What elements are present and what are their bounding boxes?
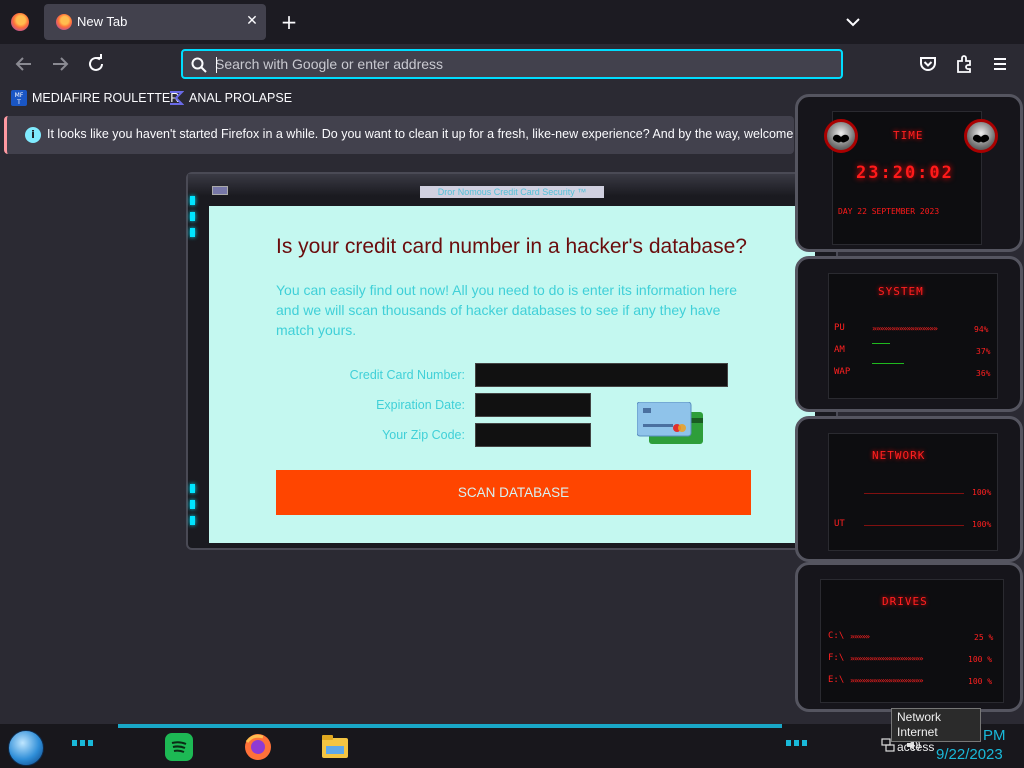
chevron-down-icon[interactable] — [842, 12, 864, 32]
network-in-bar — [864, 493, 964, 494]
taskbar-clock-time[interactable]: PM — [983, 727, 1006, 744]
svg-text:T: T — [16, 99, 21, 106]
gadget-title: SYSTEM — [878, 285, 924, 298]
drives-gadget: DRIVES C:\ »»»»» 25 % F:\ »»»»»»»»»»»»»»… — [795, 562, 1023, 712]
drive-c-bar: »»»»» — [850, 632, 870, 641]
ram-label: AM — [834, 345, 845, 355]
alien-head-icon — [964, 119, 998, 153]
drive-e-value: 100 % — [968, 677, 993, 686]
alien-head-icon — [824, 119, 858, 153]
taskbar-lights — [72, 740, 96, 746]
window-title: Dror Nomous Credit Card Security ™ — [420, 186, 604, 198]
cpu-bar: »»»»»»»»»»»»»»»»» — [872, 324, 938, 333]
cpu-value: 94% — [974, 325, 989, 334]
drive-c-value: 25 % — [974, 633, 994, 642]
taskbar-accent-strip — [118, 724, 782, 728]
drive-f-label: F:\ — [828, 653, 845, 663]
svg-text:MF: MF — [15, 92, 24, 99]
notification-message: It looks like you haven't started Firefo… — [47, 127, 827, 141]
intro-paragraph: You can easily find out now! All you nee… — [276, 282, 737, 338]
extensions-icon[interactable] — [952, 52, 976, 76]
reload-icon[interactable] — [84, 52, 108, 76]
drive-e-bar: »»»»»»»»»»»»»»»»»»» — [850, 676, 924, 685]
text-caret — [216, 57, 217, 73]
spotify-icon[interactable] — [164, 732, 194, 762]
address-bar[interactable] — [181, 49, 843, 79]
drive-f-value: 100 % — [968, 655, 993, 664]
bookmark-logo-icon — [170, 91, 184, 105]
firefox-icon[interactable] — [243, 732, 273, 762]
window-system-icon[interactable] — [212, 186, 228, 195]
frame-light — [190, 196, 195, 205]
gadget-title: NETWORK — [872, 449, 926, 462]
swap-graph — [872, 363, 904, 364]
bookmark-label: ANAL PROLAPSE — [189, 91, 293, 105]
start-button[interactable] — [8, 730, 44, 766]
tab-title: New Tab — [77, 14, 128, 29]
frame-light — [190, 500, 195, 509]
tooltip-title: Network — [897, 710, 942, 724]
address-input[interactable] — [215, 54, 825, 74]
new-tab-button[interactable]: + — [278, 11, 300, 33]
card-number-input[interactable] — [475, 363, 728, 387]
frame-light — [190, 228, 195, 237]
credit-cards-icon — [637, 402, 703, 444]
taskbar-lights — [786, 740, 810, 746]
scan-database-button[interactable]: SCAN DATABASE — [276, 470, 751, 515]
bookmark-label: MEDIAFIRE ROULETTER — [32, 91, 180, 105]
network-tooltip: Network Internet access — [891, 708, 981, 754]
navigation-toolbar — [0, 44, 1024, 84]
firefox-menu-icon[interactable] — [11, 13, 29, 31]
zip-code-label: Your Zip Code: — [382, 428, 465, 442]
network-in-value: 100% — [972, 488, 992, 497]
gadget-title: TIME — [893, 129, 924, 142]
pocket-icon[interactable] — [916, 52, 940, 76]
system-gadget: SYSTEM PU »»»»»»»»»»»»»»»»» 94% AM 37% W… — [795, 256, 1023, 412]
zip-code-input[interactable] — [475, 423, 591, 447]
swap-label: WAP — [834, 367, 851, 377]
network-out-bar — [864, 525, 964, 526]
clock-readout: 23:20:02 — [856, 163, 954, 183]
firefox-icon — [56, 14, 72, 30]
info-icon: i — [25, 127, 41, 143]
tab-bar: New Tab ✕ + — [0, 0, 1024, 44]
drive-e-label: E:\ — [828, 675, 845, 685]
taskbar-clock-date[interactable]: 9/22/2023 — [936, 746, 1003, 763]
bookmark-item[interactable]: ANAL PROLAPSE — [168, 89, 292, 107]
ram-graph — [872, 343, 890, 344]
card-number-label: Credit Card Number: — [349, 368, 465, 382]
bookmark-item[interactable]: MF T MEDIAFIRE ROULETTER — [11, 89, 179, 107]
drive-f-bar: »»»»»»»»»»»»»»»»»»» — [850, 654, 924, 663]
frame-light — [190, 516, 195, 525]
scam-form-panel: Is your credit card number in a hacker's… — [209, 206, 815, 543]
expiration-date-input[interactable] — [475, 393, 591, 417]
tab-new-tab[interactable]: New Tab ✕ — [44, 4, 266, 40]
gadget-title: DRIVES — [882, 595, 928, 608]
ram-value: 37% — [976, 347, 991, 356]
cpu-label: PU — [834, 323, 845, 333]
tab-close-icon[interactable]: ✕ — [243, 12, 261, 30]
page-title: Is your credit card number in a hacker's… — [276, 235, 747, 258]
forward-arrow-icon[interactable] — [48, 52, 72, 76]
expiration-date-label: Expiration Date: — [376, 398, 465, 412]
taskbar — [0, 724, 1024, 768]
file-explorer-icon[interactable] — [320, 732, 350, 762]
search-icon — [191, 57, 207, 73]
swap-value: 36% — [976, 369, 991, 378]
network-gadget: NETWORK 100% UT 100% — [795, 416, 1023, 562]
frame-light — [190, 484, 195, 493]
network-out-value: 100% — [972, 520, 992, 529]
time-gadget: TIME 23:20:02 DAY 22 SEPTEMBER 2023 — [795, 94, 1023, 252]
network-out-label: UT — [834, 519, 845, 529]
mediafire-icon: MF T — [11, 90, 27, 106]
back-arrow-icon[interactable] — [12, 52, 36, 76]
notification-bar: i It looks like you haven't started Fire… — [4, 116, 827, 154]
hamburger-menu-icon[interactable] — [988, 52, 1012, 76]
drive-c-label: C:\ — [828, 631, 845, 641]
date-readout: DAY 22 SEPTEMBER 2023 — [838, 207, 940, 216]
frame-light — [190, 212, 195, 221]
